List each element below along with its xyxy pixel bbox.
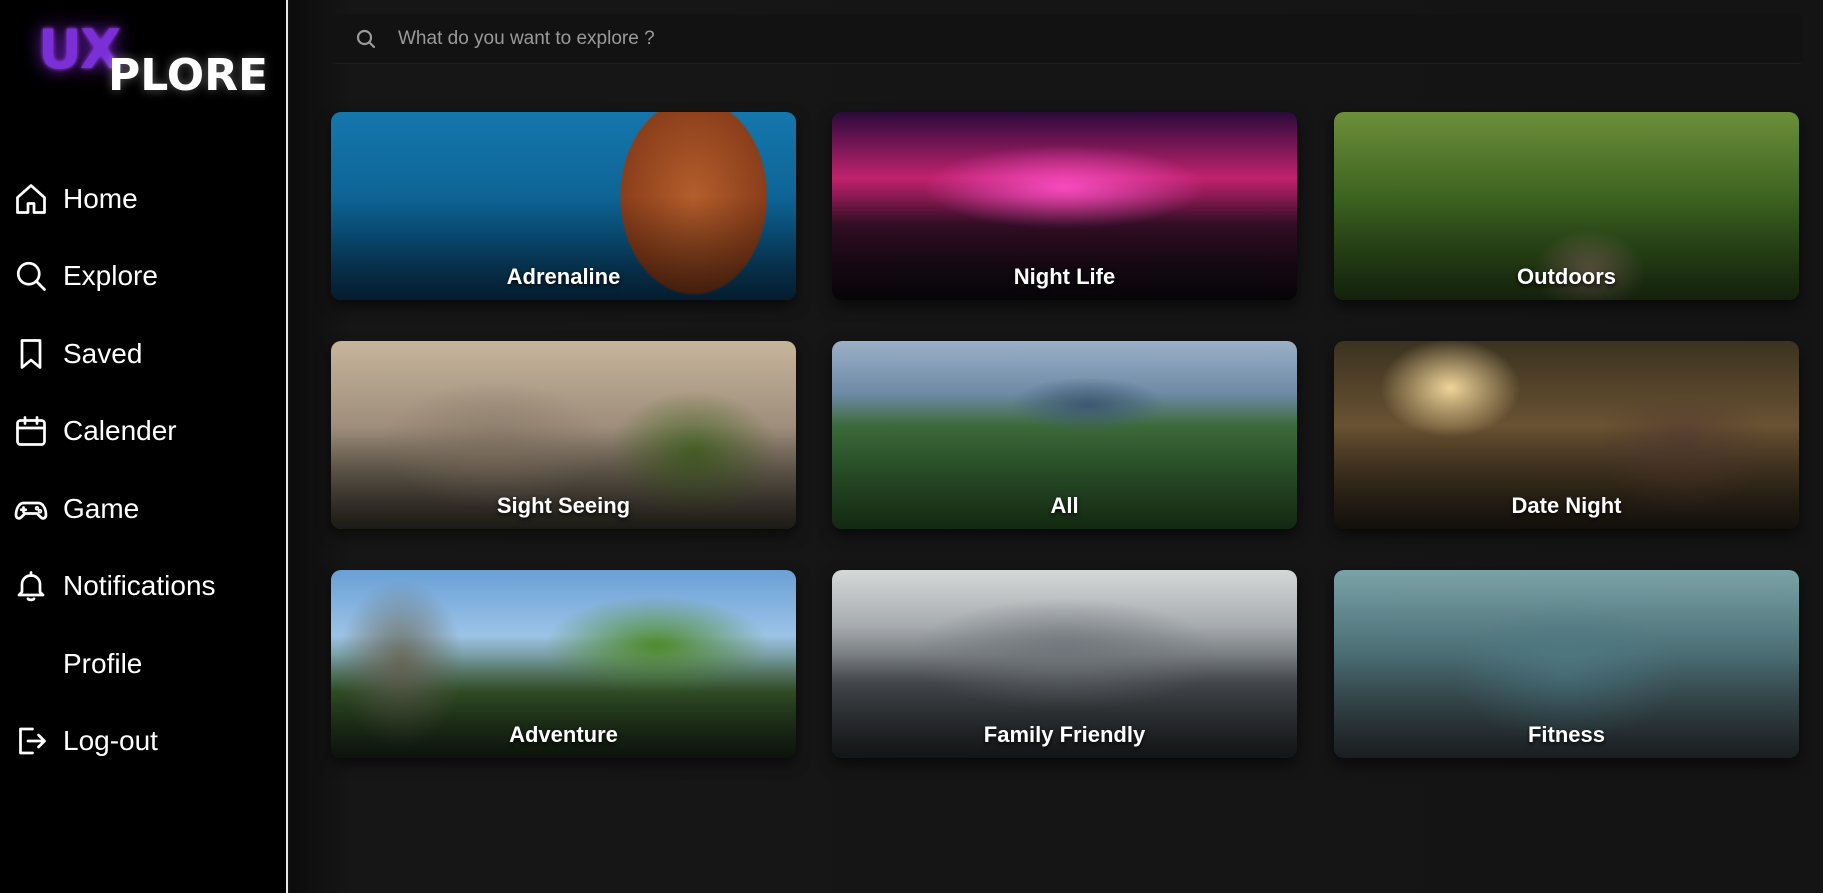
- bell-icon: [12, 567, 50, 605]
- search-input[interactable]: [398, 18, 1803, 59]
- sidebar-item-label: Home: [63, 182, 138, 214]
- category-card-adventure[interactable]: Adventure: [331, 570, 796, 758]
- category-card-adrenaline[interactable]: Adrenaline: [331, 112, 796, 300]
- category-grid: Adrenaline Night Life Outdoors Sight See…: [331, 112, 1803, 758]
- category-title: Sight Seeing: [496, 493, 631, 518]
- sidebar-item-label: Notifications: [63, 570, 216, 602]
- bookmark-icon: [12, 335, 50, 373]
- sidebar-item-label: Log-out: [63, 725, 158, 757]
- category-title: Fitness: [1527, 722, 1606, 747]
- category-title: Outdoors: [1517, 264, 1616, 289]
- app-root: UX PLORE Home Explore Saved Calender Gam…: [0, 0, 1823, 893]
- category-card-sight-seeing[interactable]: Sight Seeing: [331, 341, 796, 529]
- sidebar-item-calender[interactable]: Calender: [0, 393, 286, 471]
- home-icon: [12, 180, 50, 218]
- brand-logo[interactable]: UX PLORE: [24, 16, 268, 101]
- sidebar-item-explore[interactable]: Explore: [0, 238, 286, 316]
- calendar-icon: [12, 412, 50, 450]
- search-icon: [352, 25, 380, 53]
- category-card-date-night[interactable]: Date Night: [1334, 341, 1799, 529]
- search-bar[interactable]: [332, 14, 1803, 64]
- sidebar-item-label: Explore: [63, 260, 158, 292]
- category-title: Adventure: [509, 722, 618, 747]
- sidebar-item-saved[interactable]: Saved: [0, 315, 286, 393]
- category-title: Date Night: [1511, 493, 1622, 518]
- category-title: Family Friendly: [983, 722, 1146, 747]
- search-icon: [12, 257, 50, 295]
- category-title: All: [1050, 493, 1079, 518]
- sidebar-item-notifications[interactable]: Notifications: [0, 548, 286, 626]
- category-card-all[interactable]: All: [832, 341, 1297, 529]
- category-card-outdoors[interactable]: Outdoors: [1334, 112, 1799, 300]
- sidebar-item-home[interactable]: Home: [0, 160, 286, 238]
- sidebar-item-label: Profile: [63, 647, 143, 679]
- category-title: Adrenaline: [506, 264, 621, 289]
- sidebar-item-game[interactable]: Game: [0, 470, 286, 548]
- sidebar: UX PLORE Home Explore Saved Calender Gam…: [0, 0, 288, 893]
- main-content: Adrenaline Night Life Outdoors Sight See…: [290, 0, 1823, 893]
- category-card-night-life[interactable]: Night Life: [832, 112, 1297, 300]
- sidebar-nav: Home Explore Saved Calender Game Notific…: [0, 160, 286, 780]
- sidebar-item-label: Saved: [63, 337, 143, 369]
- category-card-fitness[interactable]: Fitness: [1334, 570, 1799, 758]
- logout-icon: [12, 722, 50, 760]
- gamepad-icon: [12, 490, 50, 528]
- category-card-family-friendly[interactable]: Family Friendly: [832, 570, 1297, 758]
- sidebar-item-label: Calender: [63, 415, 177, 447]
- sidebar-item-profile[interactable]: Profile: [0, 625, 286, 703]
- category-title: Night Life: [1013, 264, 1116, 289]
- logo-plore-text: PLORE: [108, 50, 269, 101]
- profile-icon-placeholder: [12, 645, 50, 683]
- sidebar-item-label: Game: [63, 492, 140, 524]
- sidebar-item-logout[interactable]: Log-out: [0, 703, 286, 781]
